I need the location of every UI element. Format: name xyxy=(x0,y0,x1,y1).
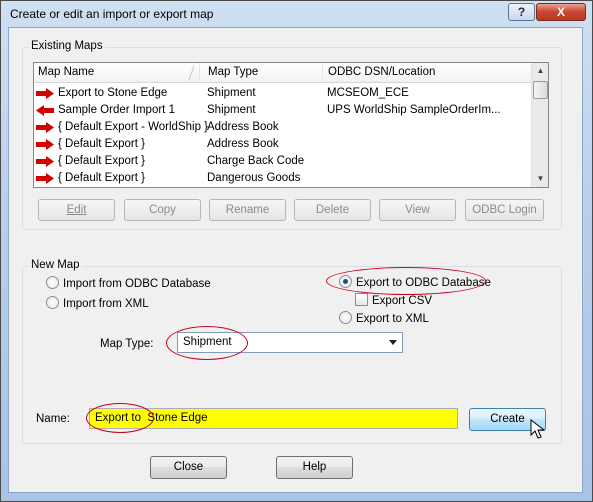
scroll-up-icon[interactable]: ▲ xyxy=(533,63,548,79)
table-row[interactable]: { Default Export } Charge Back Code xyxy=(34,153,538,170)
radio-button-icon[interactable] xyxy=(46,296,59,309)
cell-map-type: Shipment xyxy=(207,87,256,99)
scroll-down-icon[interactable]: ▼ xyxy=(533,171,548,187)
export-odbc-radio[interactable]: Export to ODBC Database xyxy=(339,275,491,291)
cell-map-type: Address Book xyxy=(207,138,279,150)
import-odbc-radio[interactable]: Import from ODBC Database xyxy=(46,276,211,292)
title-close-button[interactable]: X xyxy=(536,3,586,21)
export-xml-label: Export to XML xyxy=(356,313,429,325)
map-name-value: Export to Stone Edge xyxy=(95,412,208,424)
odbc-login-button[interactable]: ODBC Login xyxy=(465,199,544,221)
export-arrow-icon xyxy=(36,88,54,99)
map-type-select[interactable]: Shipment xyxy=(177,332,403,353)
export-csv-label: Export CSV xyxy=(372,295,433,307)
cell-map-name: { Default Export } xyxy=(58,155,145,167)
existing-maps-legend: Existing Maps xyxy=(29,40,105,52)
cell-location: UPS WorldShip SampleOrderIm... xyxy=(327,104,501,116)
close-button-label: Close xyxy=(173,461,204,473)
cell-location: MCSEOM_ECE xyxy=(327,87,409,99)
scrollbar-thumb[interactable] xyxy=(533,81,548,99)
export-arrow-icon xyxy=(36,139,54,150)
export-arrow-icon xyxy=(36,173,54,184)
list-vertical-scrollbar[interactable]: ▲ ▼ xyxy=(531,63,548,187)
copy-button-label: Copy xyxy=(149,204,176,216)
export-arrow-icon xyxy=(36,156,54,167)
rename-button[interactable]: Rename xyxy=(209,199,286,221)
radio-button-selected-icon[interactable] xyxy=(339,275,352,288)
table-row[interactable]: { Default Export } Address Book xyxy=(34,136,538,153)
table-row[interactable]: Export to Stone Edge Shipment MCSEOM_ECE xyxy=(34,85,538,102)
table-row[interactable]: { Default Export - WorldShip } Address B… xyxy=(34,119,538,136)
title-bar: Create or edit an import or export map ?… xyxy=(2,2,591,26)
mouse-cursor-icon xyxy=(530,419,545,439)
help-button-label: Help xyxy=(302,461,327,473)
export-odbc-label: Export to ODBC Database xyxy=(356,277,491,289)
delete-button[interactable]: Delete xyxy=(294,199,371,221)
map-name-input[interactable]: Export to Stone Edge xyxy=(89,408,458,429)
import-xml-label: Import from XML xyxy=(63,298,149,310)
cell-map-name: { Default Export - WorldShip } xyxy=(58,121,208,133)
table-row[interactable]: Sample Order Import 1 Shipment UPS World… xyxy=(34,102,538,119)
radio-button-icon[interactable] xyxy=(339,311,352,324)
column-header-map-type[interactable]: Map Type xyxy=(204,63,323,83)
copy-button[interactable]: Copy xyxy=(124,199,201,221)
cell-map-name: Sample Order Import 1 xyxy=(58,104,175,116)
create-button-label: Create xyxy=(490,413,525,425)
column-header-odbc-location[interactable]: ODBC DSN/Location xyxy=(324,63,536,83)
import-xml-radio[interactable]: Import from XML xyxy=(46,296,149,312)
title-help-button[interactable]: ? xyxy=(508,3,535,21)
name-label: Name: xyxy=(36,413,70,425)
cell-map-name: { Default Export } xyxy=(58,138,145,150)
import-odbc-label: Import from ODBC Database xyxy=(63,278,211,290)
view-button-label: View xyxy=(405,204,430,216)
maps-listview[interactable]: Map Name Map Type ODBC DSN/Location Expo… xyxy=(33,62,549,188)
cell-map-name: Export to Stone Edge xyxy=(58,87,168,99)
close-button[interactable]: Close xyxy=(150,456,227,479)
cell-map-type: Dangerous Goods xyxy=(207,172,301,184)
cell-map-type: Charge Back Code xyxy=(207,155,305,167)
table-row[interactable]: { Default Export } Dangerous Goods xyxy=(34,170,538,187)
list-header: Map Name Map Type ODBC DSN/Location xyxy=(34,63,538,83)
rename-button-label: Rename xyxy=(225,204,270,216)
help-button[interactable]: Help xyxy=(276,456,353,479)
import-arrow-icon xyxy=(36,105,54,116)
cell-map-type: Shipment xyxy=(207,104,256,116)
window-title: Create or edit an import or export map xyxy=(10,7,214,21)
export-csv-checkbox[interactable]: Export CSV xyxy=(355,293,432,309)
edit-button-label: Edit xyxy=(66,204,87,216)
chevron-down-icon[interactable] xyxy=(389,340,397,345)
map-type-label: Map Type: xyxy=(100,338,154,350)
checkbox-icon[interactable] xyxy=(355,293,368,306)
view-button[interactable]: View xyxy=(379,199,456,221)
map-type-value: Shipment xyxy=(183,336,232,348)
radio-button-icon[interactable] xyxy=(46,276,59,289)
export-xml-radio[interactable]: Export to XML xyxy=(339,311,429,327)
odbc-login-button-label: ODBC Login xyxy=(472,204,537,216)
delete-button-label: Delete xyxy=(315,204,350,216)
cell-map-type: Address Book xyxy=(207,121,279,133)
export-arrow-icon xyxy=(36,122,54,133)
cell-map-name: { Default Export } xyxy=(58,172,145,184)
column-header-map-name[interactable]: Map Name xyxy=(34,63,200,83)
new-map-legend: New Map xyxy=(29,259,82,271)
edit-button[interactable]: Edit xyxy=(38,199,115,221)
